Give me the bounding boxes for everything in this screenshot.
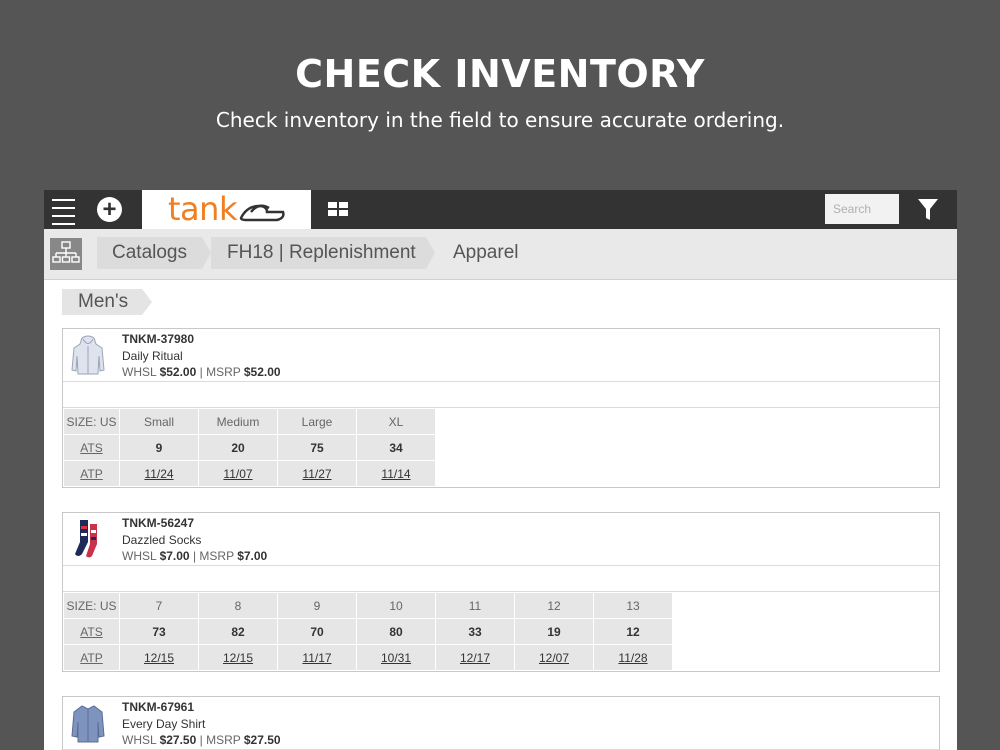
atp-date-link[interactable]: 12/17 [435,644,515,671]
size-header: 13 [593,592,673,619]
breadcrumb-separator [202,237,211,269]
hero-subtitle: Check inventory in the field to ensure a… [215,108,785,132]
atp-date-link[interactable]: 11/27 [277,460,357,487]
size-label: SIZE: US [63,408,120,435]
ats-value: 33 [435,618,515,645]
ats-value: 12 [593,618,673,645]
product-header[interactable]: TNKM-37980 Daily Ritual WHSL $52.00 | MS… [63,329,939,382]
ats-value: 34 [356,434,436,461]
shirt-icon [71,705,105,743]
size-header: 7 [119,592,199,619]
size-header: 12 [514,592,594,619]
atp-date-link[interactable]: 10/31 [356,644,436,671]
breadcrumb-separator [426,237,435,269]
section-tab-mens[interactable]: Men's [62,289,153,315]
grid-view-icon[interactable] [328,202,348,217]
size-header: 8 [198,592,278,619]
atp-date-link[interactable]: 11/07 [198,460,278,487]
size-header: 10 [356,592,436,619]
product-name: Every Day Shirt [122,717,206,731]
funnel-icon[interactable] [917,198,939,222]
hero-title: CHECK INVENTORY [295,52,705,96]
breadcrumb-catalogs[interactable]: Catalogs [97,237,202,269]
size-header: Large [277,408,357,435]
product-card: TNKM-56247 Dazzled Socks WHSL $7.00 | MS… [62,512,940,672]
atp-date-link[interactable]: 11/17 [277,644,357,671]
breadcrumb: Catalogs FH18 | Replenishment Apparel [44,229,957,280]
inventory-table: SIZE: US 7 8 9 10 11 12 13 ATS 73 82 70 … [63,592,673,671]
atp-link[interactable]: ATP [63,644,120,671]
product-card: TNKM-37980 Daily Ritual WHSL $52.00 | MS… [62,328,940,488]
inventory-table: SIZE: US Small Medium Large XL ATS 9 20 … [63,408,436,487]
product-sku: TNKM-56247 [122,516,195,530]
product-header[interactable]: TNKM-67961 Every Day Shirt WHSL $27.50 |… [63,697,939,750]
product-name: Daily Ritual [122,349,183,363]
top-toolbar: + tank [44,190,957,229]
logo[interactable]: tank [142,190,311,229]
card-spacer [63,566,939,592]
logo-text: tank [168,190,237,228]
ats-link[interactable]: ATS [63,434,120,461]
atp-date-link[interactable]: 11/14 [356,460,436,487]
ats-value: 70 [277,618,357,645]
product-sku: TNKM-67961 [122,700,195,714]
product-header[interactable]: TNKM-56247 Dazzled Socks WHSL $7.00 | MS… [63,513,939,566]
ats-value: 20 [198,434,278,461]
atp-link[interactable]: ATP [63,460,120,487]
ats-value: 19 [514,618,594,645]
ats-value: 75 [277,434,357,461]
size-label: SIZE: US [63,592,120,619]
atp-date-link[interactable]: 12/15 [119,644,199,671]
product-price: WHSL $52.00 | MSRP $52.00 [122,365,281,379]
product-sku: TNKM-37980 [122,332,195,346]
ats-value: 9 [119,434,199,461]
atp-date-link[interactable]: 12/07 [514,644,594,671]
card-spacer [63,382,939,408]
atp-date-link[interactable]: 11/24 [119,460,199,487]
ats-link[interactable]: ATS [63,618,120,645]
ats-value: 80 [356,618,436,645]
product-name: Dazzled Socks [122,533,202,547]
search-input[interactable] [825,194,899,224]
size-header: XL [356,408,436,435]
product-price: WHSL $27.50 | MSRP $27.50 [122,733,281,747]
atp-date-link[interactable]: 11/28 [593,644,673,671]
app-window: + tank Catalogs FH18 | Replenishment [44,190,957,750]
product-price: WHSL $7.00 | MSRP $7.00 [122,549,268,563]
breadcrumb-apparel[interactable]: Apparel [441,237,531,269]
hierarchy-icon[interactable] [50,238,82,270]
ats-value: 82 [198,618,278,645]
size-header: Small [119,408,199,435]
hamburger-icon[interactable] [52,199,75,225]
hoodie-icon [71,335,105,375]
breadcrumb-replenishment[interactable]: FH18 | Replenishment [211,237,426,269]
size-header: 11 [435,592,515,619]
ats-value: 73 [119,618,199,645]
tank-icon [239,204,285,222]
product-card: TNKM-67961 Every Day Shirt WHSL $27.50 |… [62,696,940,750]
size-header: Medium [198,408,278,435]
plus-circle-icon[interactable]: + [97,197,122,222]
size-header: 9 [277,592,357,619]
socks-icon [75,520,97,558]
atp-date-link[interactable]: 12/15 [198,644,278,671]
